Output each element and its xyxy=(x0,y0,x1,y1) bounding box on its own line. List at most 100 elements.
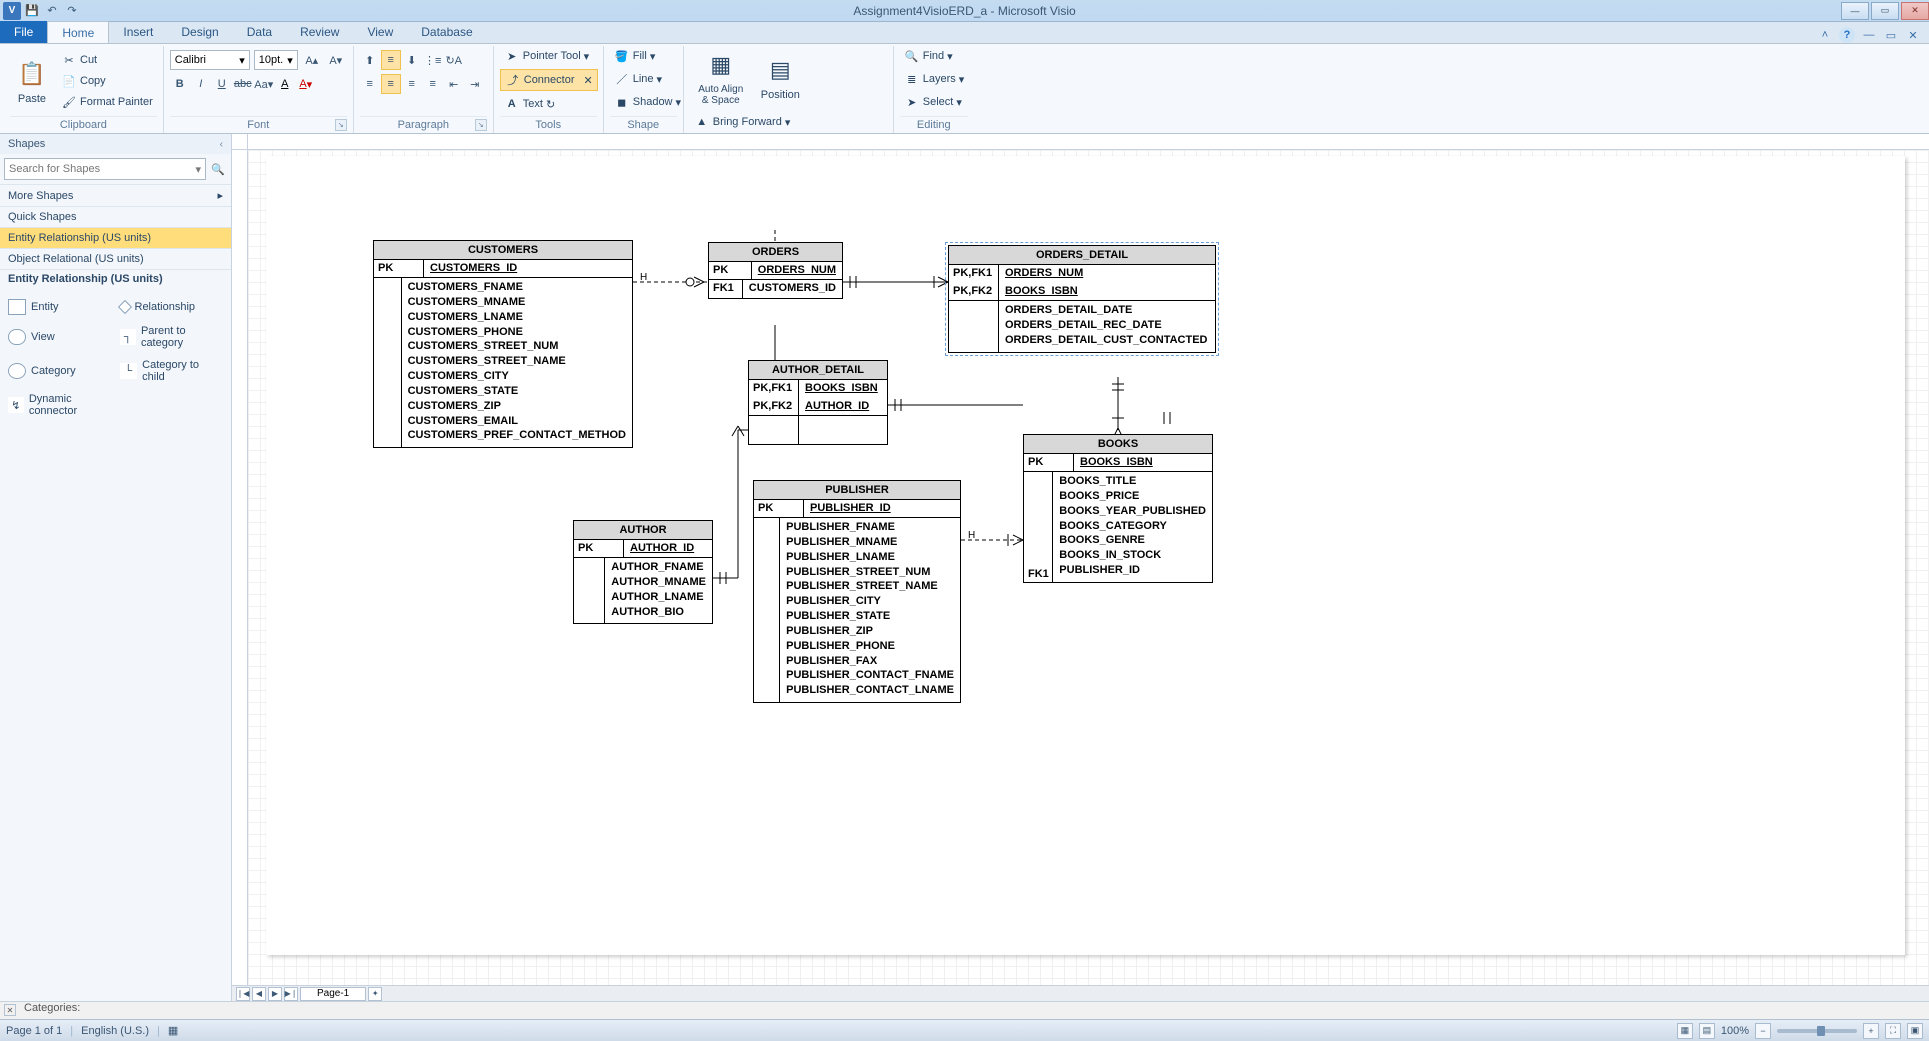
macro-icon[interactable]: ▦ xyxy=(168,1024,178,1037)
save-icon[interactable]: 💾 xyxy=(23,2,41,20)
entity-orders-detail[interactable]: ORDERS_DETAIL PK,FK1ORDERS_NUM PK,FK2BOO… xyxy=(948,245,1216,353)
section-more-shapes[interactable]: More Shapes▸ xyxy=(0,184,231,206)
rotate-text-icon[interactable]: ↻A xyxy=(444,50,464,70)
zoom-slider[interactable] xyxy=(1777,1029,1857,1033)
bring-forward-button[interactable]: ▲Bring Forward ▾ xyxy=(690,112,803,132)
fill-button[interactable]: 🪣Fill ▾ xyxy=(610,46,660,66)
shape-parent-to-category[interactable]: ┐Parent to category xyxy=(116,320,228,354)
shrink-font-icon[interactable]: A▾ xyxy=(326,50,346,70)
section-quick-shapes[interactable]: Quick Shapes xyxy=(0,206,231,227)
entity-orders[interactable]: ORDERS PKORDERS_NUM FK1CUSTOMERS_ID xyxy=(708,242,843,299)
win-min-icon[interactable]: — xyxy=(1861,27,1877,43)
tab-next-icon[interactable]: ▶ xyxy=(268,987,282,1001)
shadow-button[interactable]: ◼Shadow ▾ xyxy=(610,92,685,112)
chevron-down-icon[interactable]: ▾ xyxy=(195,163,201,176)
close-button[interactable]: ✕ xyxy=(1901,2,1929,20)
help-icon[interactable]: ? xyxy=(1839,27,1855,43)
layers-button[interactable]: ≣Layers ▾ xyxy=(900,69,969,89)
entity-publisher[interactable]: PUBLISHER PKPUBLISHER_ID PUBLISHER_FNAME… xyxy=(753,480,961,703)
tab-data[interactable]: Data xyxy=(233,21,286,43)
minimize-ribbon-icon[interactable]: ˄ xyxy=(1817,27,1833,43)
shape-dynamic-connector[interactable]: ↯Dynamic connector xyxy=(4,388,116,422)
shape-category[interactable]: Category xyxy=(4,354,116,388)
copy-button[interactable]: 📄Copy xyxy=(57,71,157,91)
auto-align-button[interactable]: ▦Auto Align & Space xyxy=(690,46,752,109)
minimize-button[interactable]: — xyxy=(1841,2,1869,20)
tab-last-icon[interactable]: ▶❘ xyxy=(284,987,298,1001)
find-button[interactable]: 🔍Find ▾ xyxy=(900,46,957,66)
increase-indent-icon[interactable]: ⇥ xyxy=(465,74,485,94)
section-entity-relationship[interactable]: Entity Relationship (US units) xyxy=(0,227,231,248)
tab-first-icon[interactable]: ❘◀ xyxy=(236,987,250,1001)
fit-window-icon[interactable]: ⛶ xyxy=(1885,1023,1901,1039)
shape-entity[interactable]: Entity xyxy=(4,294,116,320)
status-language[interactable]: English (U.S.) xyxy=(81,1025,149,1037)
tab-insert[interactable]: Insert xyxy=(109,21,167,43)
case-icon[interactable]: Aa▾ xyxy=(254,74,274,94)
zoom-level[interactable]: 100% xyxy=(1721,1025,1749,1037)
section-object-relational[interactable]: Object Relational (US units) xyxy=(0,248,231,269)
view-pages-icon[interactable]: ▤ xyxy=(1699,1023,1715,1039)
tab-view[interactable]: View xyxy=(353,21,407,43)
format-painter-button[interactable]: 🖌Format Painter xyxy=(57,92,157,112)
shape-view[interactable]: View xyxy=(4,320,116,354)
italic-icon[interactable]: I xyxy=(191,74,211,94)
align-left-icon[interactable]: ≡ xyxy=(360,74,380,94)
decrease-indent-icon[interactable]: ⇤ xyxy=(444,74,464,94)
pointer-tool[interactable]: ➤Pointer Tool ▾ xyxy=(500,46,593,66)
align-center-icon[interactable]: ≡ xyxy=(381,74,401,94)
entity-books[interactable]: BOOKS PKBOOKS_ISBN FK1 BOOKS_TITLEBOOKS_… xyxy=(1023,434,1213,583)
shape-relationship[interactable]: Relationship xyxy=(116,294,228,320)
paste-button[interactable]: 📋Paste xyxy=(10,55,54,108)
font-name-combo[interactable]: Calibri▾ xyxy=(170,50,250,70)
align-bottom-icon[interactable]: ⬇ xyxy=(402,50,422,70)
tab-review[interactable]: Review xyxy=(286,21,353,43)
collapse-icon[interactable]: ‹ xyxy=(220,139,223,150)
line-button[interactable]: ／Line ▾ xyxy=(610,69,666,89)
zoom-out-icon[interactable]: − xyxy=(1755,1023,1771,1039)
bold-icon[interactable]: B xyxy=(170,74,190,94)
font-color-icon[interactable]: A▾ xyxy=(296,74,316,94)
cut-button[interactable]: ✂Cut xyxy=(57,50,157,70)
win-restore-icon[interactable]: ▭ xyxy=(1883,27,1899,43)
tab-file[interactable]: File xyxy=(0,21,47,43)
win-close-icon[interactable]: ✕ xyxy=(1905,27,1921,43)
strike-icon[interactable]: abc xyxy=(233,74,253,94)
shapes-panel-title[interactable]: Shapes‹ xyxy=(0,134,231,154)
app-logo[interactable]: V xyxy=(3,2,21,20)
grow-font-icon[interactable]: A▴ xyxy=(302,50,322,70)
tab-database[interactable]: Database xyxy=(407,21,486,43)
connector-tool[interactable]: ⤴Connector✕ xyxy=(500,69,598,91)
tab-design[interactable]: Design xyxy=(167,21,232,43)
tab-prev-icon[interactable]: ◀ xyxy=(252,987,266,1001)
bullets-icon[interactable]: ⋮≡ xyxy=(423,50,443,70)
font-size-combo[interactable]: 10pt.▾ xyxy=(254,50,298,70)
align-right-icon[interactable]: ≡ xyxy=(402,74,422,94)
underline-icon[interactable]: U xyxy=(212,74,232,94)
highlight-icon[interactable]: A xyxy=(275,74,295,94)
full-screen-icon[interactable]: ▣ xyxy=(1907,1023,1923,1039)
view-full-icon[interactable]: ▦ xyxy=(1677,1023,1693,1039)
drawing-surface[interactable]: H H xyxy=(248,150,1929,985)
select-button[interactable]: ➤Select ▾ xyxy=(900,92,966,112)
entity-author[interactable]: AUTHOR PKAUTHOR_ID AUTHOR_FNAMEAUTHOR_MN… xyxy=(573,520,713,624)
entity-author-detail[interactable]: AUTHOR_DETAIL PK,FK1BOOKS_ISBN PK,FK2AUT… xyxy=(748,360,888,445)
search-icon[interactable]: 🔍 xyxy=(209,158,227,180)
text-tool[interactable]: AText ↻ xyxy=(500,94,559,114)
entity-customers[interactable]: CUSTOMERS PKCUSTOMERS_ID CUSTOMERS_FNAME… xyxy=(373,240,633,448)
restore-button[interactable]: ▭ xyxy=(1871,2,1899,20)
position-button[interactable]: ▤Position xyxy=(755,51,806,104)
page-tab-1[interactable]: Page-1 xyxy=(300,987,366,1001)
align-top-icon[interactable]: ⬆ xyxy=(360,50,380,70)
zoom-in-icon[interactable]: + xyxy=(1863,1023,1879,1039)
shapes-search-input[interactable]: Search for Shapes▾ xyxy=(4,158,206,180)
justify-icon[interactable]: ≡ xyxy=(423,74,443,94)
new-page-icon[interactable]: ✦ xyxy=(368,987,382,1001)
undo-icon[interactable]: ↶ xyxy=(43,2,61,20)
redo-icon[interactable]: ↷ xyxy=(63,2,81,20)
font-launcher-icon[interactable]: ↘ xyxy=(335,119,347,131)
close-categories-icon[interactable]: ✕ xyxy=(4,1004,16,1016)
paragraph-launcher-icon[interactable]: ↘ xyxy=(475,119,487,131)
shape-category-to-child[interactable]: └Category to child xyxy=(116,354,228,388)
tab-home[interactable]: Home xyxy=(47,21,109,43)
